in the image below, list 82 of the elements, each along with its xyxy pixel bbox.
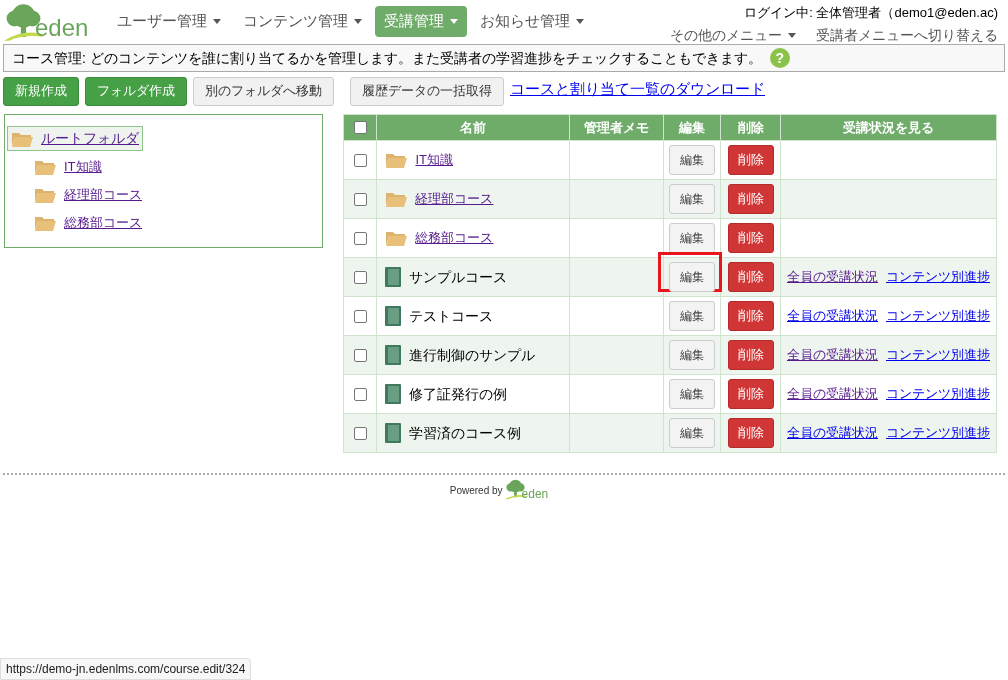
delete-button[interactable]: 削除 xyxy=(727,145,774,175)
status-link[interactable]: 全員の受講状況 xyxy=(787,267,878,287)
edit-button[interactable]: 編集 xyxy=(668,340,715,370)
edit-button[interactable]: 編集 xyxy=(668,184,715,214)
tree-root-item[interactable]: ルートフォルダ xyxy=(7,126,143,151)
delete-button[interactable]: 削除 xyxy=(727,418,774,448)
column-header: 管理者メモ xyxy=(569,114,664,141)
nav-menu-tab[interactable]: お知らせ管理 xyxy=(471,6,593,37)
delete-button[interactable]: 削除 xyxy=(727,184,774,214)
caret-icon xyxy=(213,19,221,24)
nav-menu-tab[interactable]: コンテンツ管理 xyxy=(234,6,371,37)
folder-icon xyxy=(34,158,56,175)
status-link[interactable]: 全員の受講状況 xyxy=(787,306,878,326)
powered-by-text: Powered by xyxy=(449,484,503,498)
delete-button[interactable]: 削除 xyxy=(727,340,774,370)
tree-folder-link[interactable]: 経理部コース xyxy=(64,184,142,205)
toolbar-button[interactable]: 別のフォルダへ移動 xyxy=(193,76,334,106)
switch-menu-link[interactable]: 受講者メニューへ切り替える xyxy=(816,24,998,46)
edit-button[interactable]: 編集 xyxy=(668,223,715,253)
edit-button[interactable]: 編集 xyxy=(668,379,715,409)
delete-button[interactable]: 削除 xyxy=(727,223,774,253)
checkbox[interactable] xyxy=(353,153,367,167)
checkbox[interactable] xyxy=(353,387,367,401)
toolbar-button[interactable]: 履歴データの一括取得 xyxy=(350,76,504,106)
checkbox[interactable] xyxy=(353,121,367,134)
download-link[interactable]: コースと割り当て一覧のダウンロード xyxy=(510,77,765,101)
column-header: 名前 xyxy=(376,114,570,141)
status-link[interactable]: コンテンツ別進捗 xyxy=(886,267,990,287)
caret-icon xyxy=(788,32,796,38)
logo-text: eden xyxy=(35,16,89,42)
folder-icon xyxy=(34,214,56,231)
caret-icon xyxy=(354,19,362,24)
status-link[interactable]: コンテンツ別進捗 xyxy=(886,345,990,365)
tree-folder-link[interactable]: 総務部コース xyxy=(64,212,142,233)
course-name: テストコース xyxy=(409,306,494,326)
book-icon xyxy=(385,267,402,287)
edit-button[interactable]: 編集 xyxy=(668,145,715,175)
footer-logo-text: eden xyxy=(521,488,549,500)
column-header: 削除 xyxy=(720,114,781,141)
status-url-tooltip: https://demo-jn.edenlms.com/course.edit/324 xyxy=(0,658,252,680)
checkbox[interactable] xyxy=(353,348,367,362)
course-name: サンプルコース xyxy=(409,267,508,287)
status-link[interactable]: コンテンツ別進捗 xyxy=(886,423,990,443)
status-link[interactable]: コンテンツ別進捗 xyxy=(886,384,990,404)
checkbox[interactable] xyxy=(353,192,367,206)
edit-button[interactable]: 編集 xyxy=(668,301,715,331)
status-link[interactable]: 全員の受講状況 xyxy=(787,423,878,443)
course-name: 学習済のコース例 xyxy=(409,423,522,443)
book-icon xyxy=(385,423,402,443)
info-text: コース管理: どのコンテンツを誰に割り当てるかを管理します。また受講者の学習進捗をチェックすることもできます。 xyxy=(12,48,762,68)
caret-icon xyxy=(450,19,458,24)
course-name: 修了証発行の例 xyxy=(409,384,508,404)
delete-button[interactable]: 削除 xyxy=(727,262,774,292)
other-menu-dropdown[interactable]: その他のメニュー xyxy=(670,24,796,46)
nav-menu-tab[interactable]: ユーザー管理 xyxy=(108,6,230,37)
checkbox[interactable] xyxy=(353,270,367,284)
folder-icon xyxy=(11,130,33,147)
edit-button[interactable]: 編集 xyxy=(668,418,715,448)
column-header: 編集 xyxy=(663,114,721,141)
book-icon xyxy=(385,384,402,404)
course-name: 進行制御のサンプル xyxy=(409,345,536,365)
caret-icon xyxy=(576,19,584,24)
tree-folder-link[interactable]: IT知識 xyxy=(64,156,102,177)
edit-button[interactable]: 編集 xyxy=(668,262,715,292)
folder-icon xyxy=(34,186,56,203)
checkbox[interactable] xyxy=(353,426,367,440)
folder-icon xyxy=(385,152,408,168)
login-status: ログイン中: 全体管理者（demo1@eden.ac) xyxy=(744,4,998,22)
delete-button[interactable]: 削除 xyxy=(727,379,774,409)
folder-link[interactable]: IT知識 xyxy=(415,150,453,170)
folder-icon xyxy=(385,191,408,207)
checkbox[interactable] xyxy=(353,309,367,323)
status-link[interactable]: 全員の受講状況 xyxy=(787,384,878,404)
tree-folder-link[interactable]: ルートフォルダ xyxy=(41,128,139,149)
status-link[interactable]: コンテンツ別進捗 xyxy=(886,306,990,326)
status-link[interactable]: 全員の受講状況 xyxy=(787,345,878,365)
book-icon xyxy=(385,306,402,326)
folder-icon xyxy=(385,230,408,246)
delete-button[interactable]: 削除 xyxy=(727,301,774,331)
book-icon xyxy=(385,345,402,365)
column-header: 受講状況を見る xyxy=(780,114,997,141)
checkbox[interactable] xyxy=(353,231,367,245)
